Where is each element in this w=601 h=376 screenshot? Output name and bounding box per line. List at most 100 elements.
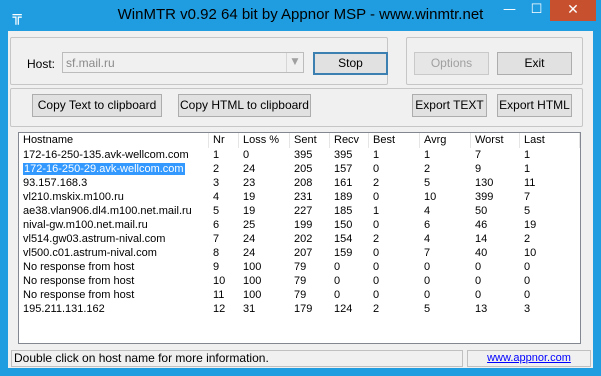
cell-worst: 0 (475, 275, 482, 287)
cell-loss: 19 (243, 205, 256, 217)
cell-sent: 227 (294, 205, 313, 217)
table-row[interactable]: nival-gw.m100.net.mail.ru 6 25 199 150 0 6 46 19 (19, 219, 580, 232)
exit-button[interactable]: Exit (497, 52, 572, 75)
cell-sent: 79 (294, 275, 307, 287)
cell-hostname[interactable]: No response from host (19, 261, 209, 274)
cell-nr: 1 (213, 149, 220, 161)
cell-avrg: 4 (424, 205, 431, 217)
cell-hostname[interactable]: 195.211.131.162 (19, 303, 209, 316)
cell-avrg: 5 (424, 177, 431, 189)
host-combobox[interactable]: sf.mail.ru ▼ (62, 52, 304, 73)
cell-recv: 0 (334, 275, 341, 287)
maximize-button[interactable]: ☐ (523, 0, 550, 21)
table-row[interactable]: 195.211.131.162 12 31 179 124 2 5 13 3 (19, 303, 580, 316)
table-row[interactable]: No response from host 9 100 79 0 0 0 0 0 (19, 261, 580, 274)
table-row[interactable]: ae38.vlan906.dl4.m100.net.mail.ru 5 19 227 1… (19, 205, 580, 218)
header-col-hostname[interactable]: Hostname (19, 133, 209, 148)
host-label: Host: (27, 57, 56, 71)
cell-last: 10 (524, 247, 537, 259)
cell-sent: 199 (294, 219, 313, 231)
cell-sent: 79 (294, 289, 307, 301)
table-row[interactable]: 93.157.168.3 3 23 208 161 2 5 130 11 (19, 177, 580, 190)
host-value[interactable]: sf.mail.ru (66, 56, 115, 70)
chevron-down-icon[interactable]: ▼ (286, 53, 303, 72)
cell-nr: 9 (213, 261, 220, 273)
cell-hostname[interactable]: 93.157.168.3 (19, 177, 209, 190)
export-text-button[interactable]: Export TEXT (412, 94, 487, 117)
header-col-loss[interactable]: Loss % (239, 133, 290, 148)
cell-hostname[interactable]: No response from host (19, 289, 209, 302)
table-row[interactable]: vl500.c01.astrum-nival.com 8 24 207 159 0 7 40 1… (19, 247, 580, 260)
header-col-nr[interactable]: Nr (209, 133, 239, 148)
cell-hostname[interactable]: vl500.c01.astrum-nival.com (19, 247, 209, 260)
cell-worst: 9 (475, 163, 482, 175)
table-row[interactable]: No response from host 10 100 79 0 0 0 0 0 (19, 275, 580, 288)
cell-worst: 0 (475, 261, 482, 273)
cell-last: 1 (524, 163, 531, 175)
header-col-worst[interactable]: Worst (471, 133, 520, 148)
cell-nr: 8 (213, 247, 220, 259)
appnor-link[interactable]: www.appnor.com (467, 350, 591, 367)
cell-worst: 399 (475, 191, 494, 203)
cell-loss: 100 (243, 289, 262, 301)
cell-recv: 150 (334, 219, 353, 231)
cell-best: 0 (373, 275, 380, 287)
cell-best: 0 (373, 247, 380, 259)
status-bar: Double click on host name for more infor… (8, 346, 593, 368)
header-col-best[interactable]: Best (369, 133, 420, 148)
header-col-sent[interactable]: Sent (290, 133, 330, 148)
cell-best: 0 (373, 191, 380, 203)
minimize-button[interactable]: — (496, 0, 523, 21)
cell-loss: 25 (243, 219, 256, 231)
cell-last: 0 (524, 289, 531, 301)
cell-last: 5 (524, 205, 531, 217)
title-bar[interactable]: ╦ WinMTR v0.92 64 bit by Appnor MSP - ww… (0, 0, 601, 31)
cell-loss: 24 (243, 233, 256, 245)
table-row[interactable]: vl514.gw03.astrum-nival.com 7 24 202 154 2 4 14… (19, 233, 580, 246)
cell-loss: 100 (243, 261, 262, 273)
cell-hostname[interactable]: vl514.gw03.astrum-nival.com (19, 233, 209, 246)
header-col-last[interactable]: Last (520, 133, 580, 148)
stop-button[interactable]: Stop (313, 52, 388, 75)
table-row[interactable]: No response from host 11 100 79 0 0 0 0 0 (19, 289, 580, 302)
cell-best: 1 (373, 149, 380, 161)
cell-recv: 185 (334, 205, 353, 217)
cell-hostname[interactable]: No response from host (19, 275, 209, 288)
cell-recv: 159 (334, 247, 353, 259)
cell-hostname[interactable]: 172-16-250-29.avk-wellcom.com (19, 163, 209, 176)
cell-avrg: 0 (424, 261, 431, 273)
cell-avrg: 5 (424, 303, 431, 315)
table-row[interactable]: 172-16-250-29.avk-wellcom.com 2 24 205 157 0 2… (19, 163, 580, 176)
copy-html-button[interactable]: Copy HTML to clipboard (178, 94, 311, 117)
cell-sent: 207 (294, 247, 313, 259)
export-html-button[interactable]: Export HTML (497, 94, 572, 117)
cell-hostname[interactable]: nival-gw.m100.net.mail.ru (19, 219, 209, 232)
cell-loss: 24 (243, 247, 256, 259)
cell-sent: 205 (294, 163, 313, 175)
cell-best: 2 (373, 177, 380, 189)
table-row[interactable]: 172-16-250-135.avk-wellcom.com 1 0 395 395 1 1… (19, 149, 580, 162)
header-col-recv[interactable]: Recv (330, 133, 369, 148)
cell-worst: 40 (475, 247, 488, 259)
cell-sent: 395 (294, 149, 313, 161)
cell-last: 7 (524, 191, 531, 203)
cell-last: 0 (524, 275, 531, 287)
header-col-avrg[interactable]: Avrg (420, 133, 471, 148)
cell-loss: 0 (243, 149, 250, 161)
cell-last: 19 (524, 219, 537, 231)
table-row[interactable]: vl210.mskix.m100.ru 4 19 231 189 0 10 399 7 (19, 191, 580, 204)
cell-hostname[interactable]: 172-16-250-135.avk-wellcom.com (19, 149, 209, 162)
cell-avrg: 6 (424, 219, 431, 231)
cell-recv: 124 (334, 303, 353, 315)
main-window: Host: sf.mail.ru ▼ Stop Options Exit Cop… (8, 31, 593, 368)
cell-hostname[interactable]: ae38.vlan906.dl4.m100.net.mail.ru (19, 205, 209, 218)
close-button[interactable]: ✕ (550, 0, 596, 21)
cell-best: 0 (373, 289, 380, 301)
cell-best: 0 (373, 219, 380, 231)
options-button[interactable]: Options (414, 52, 489, 75)
cell-nr: 6 (213, 219, 220, 231)
copy-text-button[interactable]: Copy Text to clipboard (32, 94, 162, 117)
hops-table[interactable]: Hostname Nr Loss % Sent Recv Best Avrg Worst Las… (18, 132, 581, 344)
cell-hostname[interactable]: vl210.mskix.m100.ru (19, 191, 209, 204)
cell-avrg: 7 (424, 247, 431, 259)
